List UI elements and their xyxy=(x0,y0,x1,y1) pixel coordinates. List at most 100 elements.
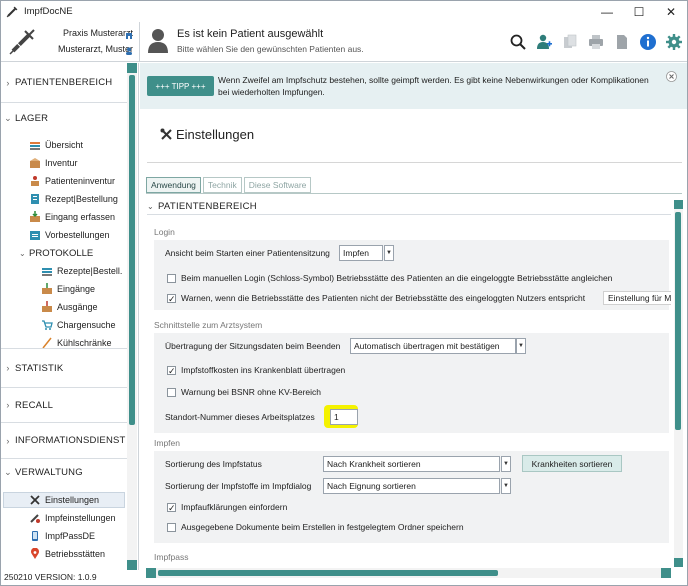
bsnr-label: Warnung bei BSNR ohne KV-Bereich xyxy=(181,387,322,397)
aufklaerung-checkbox[interactable] xyxy=(167,503,176,512)
print-icon[interactable] xyxy=(587,33,605,51)
scrollbar-thumb[interactable] xyxy=(158,570,498,576)
close-window-button[interactable]: ✕ xyxy=(655,1,687,22)
standort-input[interactable]: 1 xyxy=(330,409,358,425)
content-horizontal-scrollbar[interactable] xyxy=(146,568,671,578)
costs-checkbox[interactable] xyxy=(167,366,176,375)
settings-tabs: Anwendung Technik Diese Software xyxy=(146,177,313,193)
header-divider xyxy=(139,22,140,62)
sidebar-section-verwaltung[interactable]: ⌄ VERWALTUNG xyxy=(1,459,127,485)
sidebar-item-rezept-bestellung[interactable]: Rezept|Bestellung xyxy=(29,191,118,207)
title-bar: ImpfDocNE — ☐ ✕ xyxy=(1,1,687,22)
sidebar-item-label: Rezept|Bestellung xyxy=(45,194,118,204)
patient-status-subtitle: Bitte wählen Sie den gewünschten Patient… xyxy=(177,44,364,54)
close-icon[interactable] xyxy=(666,71,677,82)
sidebar-item-impfpassde[interactable]: ImpfPassDE xyxy=(29,528,95,544)
sidebar-item-ausgaenge[interactable]: Ausgänge xyxy=(41,299,98,315)
save-docs-checkbox[interactable] xyxy=(167,523,176,532)
scroll-down-arrow[interactable] xyxy=(674,558,683,567)
tab-technik[interactable]: Technik xyxy=(202,177,242,193)
sidebar-section-label: LAGER xyxy=(15,112,49,124)
add-patient-icon[interactable] xyxy=(535,33,553,51)
sidebar-item-label: Patienteninventur xyxy=(45,176,116,186)
sidebar-section-statistik[interactable]: › STATISTIK xyxy=(1,348,127,388)
start-view-select[interactable]: Impfen xyxy=(339,245,383,261)
chevron-down-icon[interactable]: ▼ xyxy=(516,338,526,354)
documents-icon[interactable] xyxy=(561,33,579,51)
sidebar-nav: › PATIENTENBEREICH ⌄ LAGER Übersicht Inv… xyxy=(1,63,139,570)
scrollbar-thumb[interactable] xyxy=(129,75,135,425)
login-warn-checkbox[interactable] xyxy=(167,294,176,303)
tip-button[interactable]: +++ TIPP +++ xyxy=(147,76,214,96)
scroll-right-arrow[interactable] xyxy=(661,568,671,578)
sidebar-section-lager[interactable]: ⌄ LAGER xyxy=(1,103,127,133)
scroll-up-arrow[interactable] xyxy=(674,200,683,209)
sidebar-item-label: Betriebsstätten xyxy=(45,549,106,559)
document-icon[interactable] xyxy=(613,33,631,51)
info-icon[interactable] xyxy=(639,33,657,51)
sidebar-section-patientenbereich[interactable]: › PATIENTENBEREICH xyxy=(1,63,127,103)
sort-status-select[interactable]: Nach Krankheit sortieren xyxy=(323,456,500,472)
sidebar-section-label: PATIENTENBEREICH xyxy=(15,77,113,88)
chevron-down-icon[interactable]: ▼ xyxy=(384,245,394,261)
title-divider xyxy=(147,162,682,163)
gear-icon[interactable] xyxy=(665,33,683,51)
sort-stoffe-select[interactable]: Nach Eignung sortieren xyxy=(323,478,500,494)
patient-box-icon xyxy=(31,176,39,186)
chevron-down-icon: ⌄ xyxy=(4,112,12,123)
sort-diseases-button[interactable]: Krankheiten sortieren xyxy=(522,455,622,472)
setting-scope-field[interactable]: Einstellung für M. Mus xyxy=(603,291,671,305)
sidebar-section-protokolle[interactable]: ⌄ PROTOKOLLE xyxy=(19,245,93,261)
section-header-patientenbereich[interactable]: ⌄ PATIENTENBEREICH xyxy=(147,199,671,215)
chevron-down-icon[interactable]: ▼ xyxy=(501,456,511,472)
scroll-up-arrow[interactable] xyxy=(127,63,137,73)
chevron-down-icon[interactable]: ▼ xyxy=(501,478,511,494)
minimize-button[interactable]: — xyxy=(591,1,623,22)
group-login: Ansicht beim Starten einer Patientensitz… xyxy=(154,240,669,310)
sidebar-item-impfeinstellungen[interactable]: Impfeinstellungen xyxy=(29,510,116,526)
sidebar-item-betriebsstaetten[interactable]: Betriebsstätten xyxy=(29,546,105,562)
user-icon xyxy=(126,47,132,55)
sidebar-item-rezepte-bestell[interactable]: Rezepte|Bestell. xyxy=(41,263,122,279)
scrollbar-thumb[interactable] xyxy=(675,212,681,430)
sidebar-section-label: STATISTIK xyxy=(15,362,64,374)
sidebar-section-recall[interactable]: › RECALL xyxy=(1,388,127,423)
sort-status-label: Sortierung des Impfstatus xyxy=(165,459,262,469)
section-header-label: PATIENTENBEREICH xyxy=(158,201,257,212)
sidebar-item-vorbestellungen[interactable]: Vorbestellungen xyxy=(29,227,110,243)
start-view-label: Ansicht beim Starten einer Patientensitz… xyxy=(165,248,330,258)
sidebar-scrollbar[interactable] xyxy=(127,63,137,570)
standort-label: Standort-Nummer dieses Arbeitsplatzes xyxy=(165,412,315,422)
sidebar-section-informationsdienst[interactable]: › INFORMATIONSDIENST xyxy=(1,423,127,459)
box-icon xyxy=(30,158,40,168)
sidebar-item-inventur[interactable]: Inventur xyxy=(29,155,78,171)
maximize-button[interactable]: ☐ xyxy=(623,1,655,22)
sidebar-item-chargensuche[interactable]: Chargensuche xyxy=(41,317,116,333)
sidebar-item-uebersicht[interactable]: Übersicht xyxy=(29,137,83,153)
sidebar-item-label: Übersicht xyxy=(45,140,84,150)
sidebar-item-label: Kühlschränke xyxy=(57,338,112,348)
aufklaerung-label: Impfaufklärungen einfordern xyxy=(181,502,288,512)
tab-anwendung[interactable]: Anwendung xyxy=(146,177,201,193)
sidebar-item-patienteninventur[interactable]: Patienteninventur xyxy=(29,173,115,189)
sidebar-section-label: RECALL xyxy=(15,399,54,411)
login-align-checkbox[interactable] xyxy=(167,274,176,283)
scroll-down-arrow[interactable] xyxy=(127,560,137,570)
tab-diese-software[interactable]: Diese Software xyxy=(243,177,312,193)
group-label-login: Login xyxy=(154,227,175,237)
outgoing-icon xyxy=(42,301,52,312)
tabs-divider xyxy=(146,193,682,194)
transfer-select[interactable]: Automatisch übertragen mit bestätigen xyxy=(350,338,516,354)
sidebar-item-eingang-erfassen[interactable]: Eingang erfassen xyxy=(29,209,115,225)
building-icon xyxy=(126,33,132,39)
sidebar-item-label: Vorbestellungen xyxy=(45,230,110,240)
search-icon[interactable] xyxy=(509,33,527,51)
sidebar-section-label: INFORMATIONSDIENST xyxy=(15,435,126,446)
incoming-box-icon xyxy=(30,211,40,222)
content-vertical-scrollbar[interactable] xyxy=(674,200,683,567)
bsnr-checkbox[interactable] xyxy=(167,388,176,397)
sidebar-item-einstellungen[interactable]: Einstellungen xyxy=(3,492,125,508)
sidebar-item-eingaenge[interactable]: Eingänge xyxy=(41,281,95,297)
tip-banner: +++ TIPP +++ Wenn Zweifel am Impfschutz … xyxy=(140,63,687,109)
scroll-left-arrow[interactable] xyxy=(146,568,156,578)
